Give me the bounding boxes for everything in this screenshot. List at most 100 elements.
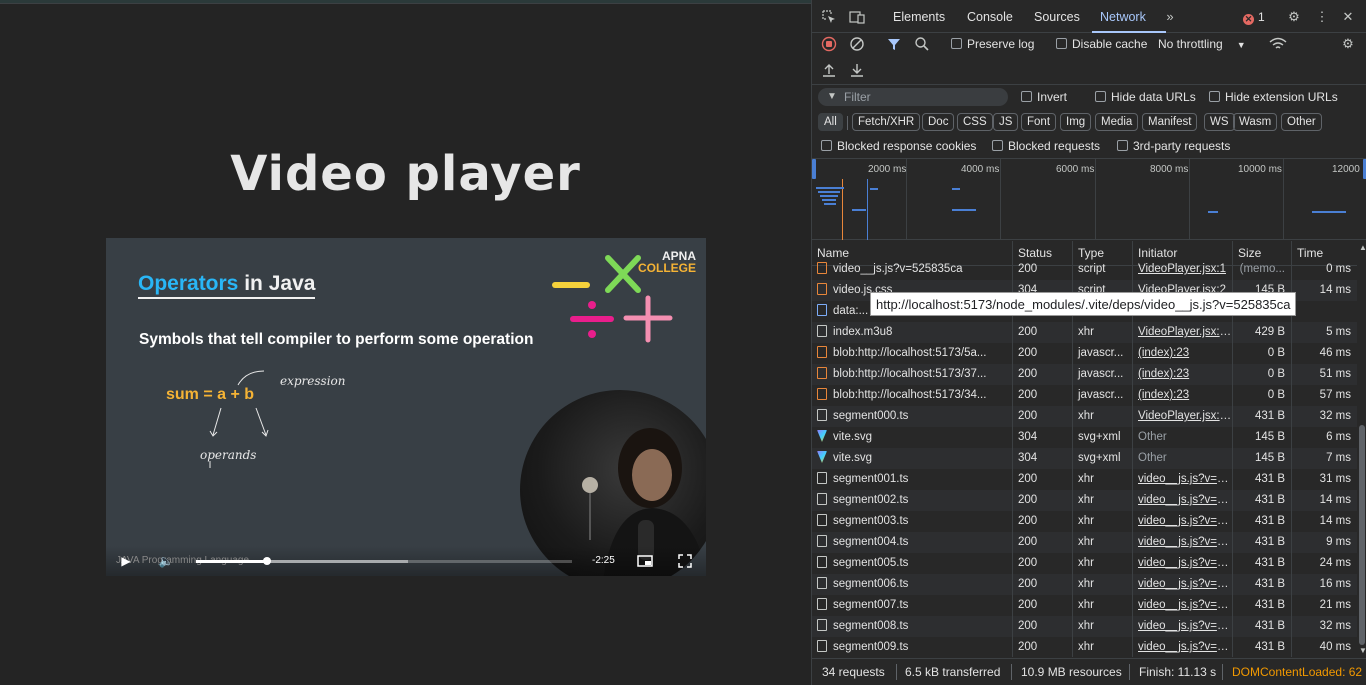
network-settings-gear-icon[interactable]: ⚙ — [1339, 36, 1357, 52]
disable-cache-checkbox[interactable]: Disable cache — [1056, 37, 1147, 51]
scroll-down-icon[interactable]: ▼ — [1359, 646, 1366, 655]
fullscreen-button[interactable] — [677, 553, 693, 569]
table-row[interactable]: segment001.ts 200 xhr video__js.js?v=525 431… — [812, 469, 1357, 490]
preserve-log-checkbox[interactable]: Preserve log — [951, 37, 1034, 51]
table-row[interactable]: segment009.ts 200 xhr video__js.js?v=525 431… — [812, 637, 1357, 657]
cell-initiator[interactable]: video__js.js?v=525 — [1133, 616, 1233, 637]
table-row[interactable]: video__js.js?v=525835ca 200 script VideoPla… — [812, 259, 1357, 280]
cell-initiator[interactable]: VideoPlayer.jsx:1 — [1133, 259, 1233, 280]
device-toolbar-icon[interactable] — [848, 9, 866, 25]
video-player[interactable]: Operators in Java Symbols that tell comp… — [106, 238, 706, 576]
overview-handle-left[interactable] — [812, 159, 816, 179]
table-row[interactable]: vite.svg 304 svg+xml Other 145 B 7 ms — [812, 448, 1357, 469]
request-count: 34 requests — [822, 665, 885, 679]
cell-initiator[interactable]: VideoPlayer.jsx:19 — [1133, 322, 1233, 343]
filter-img[interactable]: Img — [1060, 113, 1092, 131]
blocked-cookies-checkbox[interactable]: Blocked response cookies — [821, 139, 976, 153]
play-button[interactable]: ▶ — [118, 553, 134, 569]
cell-name: segment009.ts — [812, 637, 1013, 657]
table-row[interactable]: blob:http://localhost:5173/37... 200 javas… — [812, 364, 1357, 385]
tab-sources[interactable]: Sources — [1034, 10, 1080, 24]
document-file-icon — [817, 472, 827, 484]
volume-button[interactable]: 🔈 — [158, 553, 174, 569]
clear-icon[interactable] — [848, 36, 866, 52]
table-row[interactable]: index.m3u8 200 xhr VideoPlayer.jsx:19 429 B 5… — [812, 322, 1357, 343]
scrollbar-thumb[interactable] — [1359, 425, 1365, 645]
network-conditions-icon[interactable] — [1269, 36, 1287, 52]
more-tabs-icon[interactable]: » — [1161, 9, 1179, 25]
filter-css[interactable]: CSS — [957, 113, 993, 131]
blocked-requests-checkbox[interactable]: Blocked requests — [992, 139, 1100, 153]
cell-size: 431 B — [1233, 553, 1292, 574]
error-count: 1 — [1258, 10, 1265, 24]
settings-gear-icon[interactable]: ⚙ — [1285, 9, 1303, 25]
request-table[interactable]: Name Status Type Initiator Size Time vid… — [812, 241, 1357, 657]
table-scrollbar[interactable]: ▲ ▼ — [1357, 241, 1366, 657]
cell-initiator[interactable]: video__js.js?v=525 — [1133, 532, 1233, 553]
tab-elements[interactable]: Elements — [893, 10, 945, 24]
picture-in-picture-button[interactable] — [637, 553, 653, 569]
tab-network[interactable]: Network — [1100, 10, 1146, 24]
divider — [812, 84, 1366, 85]
table-row[interactable]: blob:http://localhost:5173/34... 200 javas… — [812, 385, 1357, 406]
filter-font[interactable]: Font — [1021, 113, 1057, 131]
cell-initiator[interactable]: (index):23 — [1133, 385, 1233, 406]
table-row[interactable]: blob:http://localhost:5173/5a... 200 javas… — [812, 343, 1357, 364]
close-devtools-icon[interactable]: ✕ — [1339, 9, 1357, 25]
cell-initiator[interactable]: (index):23 — [1133, 343, 1233, 364]
export-har-icon[interactable] — [848, 62, 866, 78]
table-row[interactable]: segment006.ts 200 xhr video__js.js?v=525 431… — [812, 574, 1357, 595]
table-row[interactable]: segment005.ts 200 xhr video__js.js?v=525 431… — [812, 553, 1357, 574]
throttling-select[interactable]: No throttling ▼ — [1158, 37, 1246, 51]
filter-all[interactable]: All — [818, 113, 843, 131]
tab-console[interactable]: Console — [967, 10, 1013, 24]
more-options-icon[interactable]: ⋮ — [1313, 9, 1331, 25]
filter-doc[interactable]: Doc — [922, 113, 955, 131]
table-row[interactable]: segment004.ts 200 xhr video__js.js?v=525 431… — [812, 532, 1357, 553]
search-icon[interactable] — [913, 36, 931, 52]
seek-knob[interactable] — [263, 557, 272, 565]
third-party-checkbox[interactable]: 3rd-party requests — [1117, 139, 1230, 153]
filter-fetch-xhr[interactable]: Fetch/XHR — [852, 113, 921, 131]
cell-type: xhr — [1073, 490, 1133, 511]
table-row[interactable]: segment007.ts 200 xhr video__js.js?v=525 431… — [812, 595, 1357, 616]
hide-extension-urls-checkbox[interactable]: Hide extension URLs — [1209, 90, 1338, 104]
filter-ws[interactable]: WS — [1204, 113, 1235, 131]
filter-icon: ▼ — [827, 91, 837, 102]
cell-initiator[interactable]: video__js.js?v=525 — [1133, 553, 1233, 574]
cell-initiator[interactable]: video__js.js?v=525 — [1133, 595, 1233, 616]
cell-initiator[interactable]: VideoPlayer.jsx:19 — [1133, 406, 1233, 427]
invert-checkbox[interactable]: Invert — [1021, 90, 1067, 104]
network-overview-timeline[interactable]: 2000 ms 4000 ms 6000 ms 8000 ms 10000 ms… — [812, 158, 1366, 240]
table-row[interactable]: segment002.ts 200 xhr video__js.js?v=525 431… — [812, 490, 1357, 511]
cell-type: xhr — [1073, 637, 1133, 657]
filter-wasm[interactable]: Wasm — [1233, 113, 1278, 131]
filter-funnel-icon[interactable] — [885, 36, 903, 52]
filter-manifest[interactable]: Manifest — [1142, 113, 1198, 131]
cell-initiator[interactable]: video__js.js?v=525 — [1133, 490, 1233, 511]
filter-input[interactable]: ▼ Filter — [818, 88, 1008, 106]
cell-name: blob:http://localhost:5173/37... — [812, 364, 1013, 385]
cell-initiator[interactable]: (index):23 — [1133, 364, 1233, 385]
record-icon[interactable] — [820, 36, 838, 52]
cell-initiator[interactable]: video__js.js?v=525 — [1133, 511, 1233, 532]
cell-initiator[interactable]: video__js.js?v=525 — [1133, 637, 1233, 657]
cell-initiator[interactable]: video__js.js?v=525 — [1133, 574, 1233, 595]
table-row[interactable]: segment003.ts 200 xhr video__js.js?v=525 431… — [812, 511, 1357, 532]
table-row[interactable]: segment008.ts 200 xhr video__js.js?v=525 431… — [812, 616, 1357, 637]
filter-js[interactable]: JS — [993, 113, 1019, 131]
hide-data-urls-checkbox[interactable]: Hide data URLs — [1095, 90, 1196, 104]
filter-media[interactable]: Media — [1095, 113, 1139, 131]
cell-initiator[interactable]: video__js.js?v=525 — [1133, 469, 1233, 490]
error-counter[interactable]: ✕ 1 — [1243, 10, 1265, 25]
cell-type: xhr — [1073, 322, 1133, 343]
inspect-element-icon[interactable] — [820, 9, 838, 25]
import-har-icon[interactable] — [820, 62, 838, 78]
table-row[interactable]: vite.svg 304 svg+xml Other 145 B 6 ms — [812, 427, 1357, 448]
cell-name: vite.svg — [812, 448, 1013, 469]
table-row[interactable]: segment000.ts 200 xhr VideoPlayer.jsx:19 431… — [812, 406, 1357, 427]
scroll-up-icon[interactable]: ▲ — [1359, 243, 1366, 252]
cell-type: javascr... — [1073, 385, 1133, 406]
filter-other[interactable]: Other — [1281, 113, 1322, 131]
seek-bar[interactable] — [196, 557, 572, 565]
